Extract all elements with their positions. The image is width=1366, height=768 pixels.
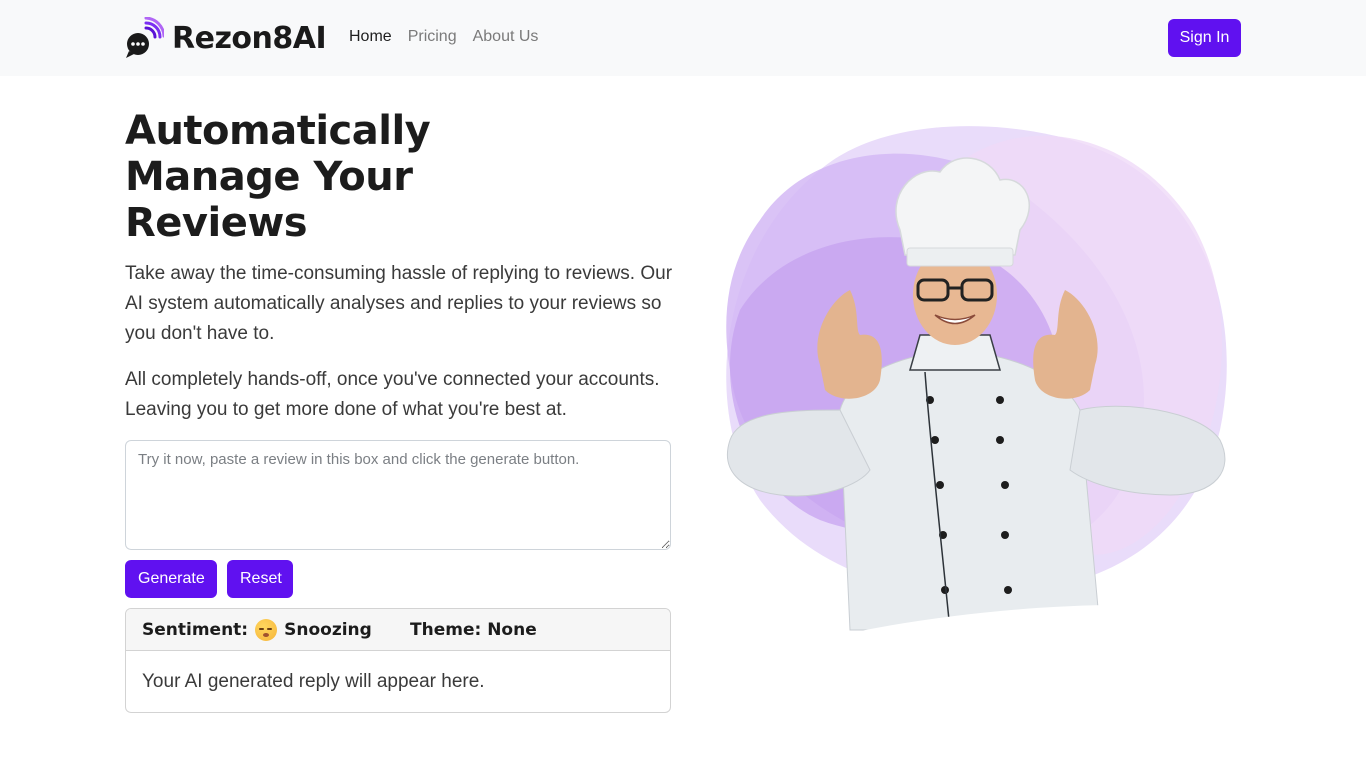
navbar: Rezon8AI Home Pricing About Us Sign In xyxy=(0,0,1366,76)
nav-links: Home Pricing About Us xyxy=(349,28,538,46)
reply-card-header: Sentiment: Snoozing Theme: None xyxy=(126,609,670,651)
sentiment-value: Snoozing xyxy=(284,619,372,640)
sleeping-face-icon xyxy=(255,618,278,641)
theme-indicator: Theme: None xyxy=(410,619,537,640)
ai-reply-text: Your AI generated reply will appear here… xyxy=(142,671,485,692)
hero-title: Automatically Manage Your Reviews xyxy=(125,108,431,246)
sentiment-indicator: Sentiment: Snoozing xyxy=(142,618,410,641)
nav-item-home[interactable]: Home xyxy=(349,28,392,46)
sign-in-button[interactable]: Sign In xyxy=(1168,19,1241,57)
hero-secondary-paragraph: All completely hands-off, once you've co… xyxy=(125,369,660,420)
sentiment-label: Sentiment: xyxy=(142,619,249,640)
brand[interactable]: Rezon8AI xyxy=(124,16,327,60)
brand-name: Rezon8AI xyxy=(172,20,327,56)
nav-item-pricing[interactable]: Pricing xyxy=(408,28,457,46)
review-input[interactable] xyxy=(125,440,671,550)
hero-illustration xyxy=(726,126,1240,640)
reply-card: Sentiment: Snoozing Theme: None Your AI … xyxy=(125,608,671,713)
hero-lead-paragraph: Take away the time-consuming hassle of r… xyxy=(125,263,673,344)
generate-button[interactable]: Generate xyxy=(125,560,217,598)
reset-button[interactable]: Reset xyxy=(227,560,293,598)
logo-icon xyxy=(126,17,164,58)
nav-item-about-us[interactable]: About Us xyxy=(473,28,539,46)
